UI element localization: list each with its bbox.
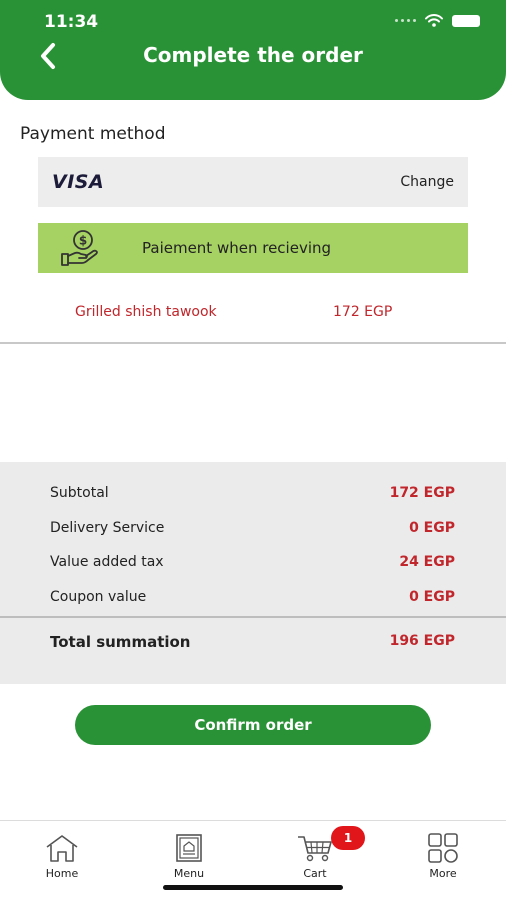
status-time: 11:34 <box>44 12 99 32</box>
page-title: Complete the order <box>143 43 363 67</box>
status-icons <box>395 14 480 27</box>
home-indicator <box>163 885 343 890</box>
summary-row-subtotal: Subtotal 172 EGP <box>50 485 455 501</box>
tab-label: Home <box>45 867 79 880</box>
order-summary: Subtotal 172 EGP Delivery Service 0 EGP … <box>0 462 506 684</box>
tab-label: Cart <box>303 867 327 880</box>
summary-label: Coupon value <box>50 589 147 605</box>
cart-badge: 1 <box>331 826 365 850</box>
summary-value: 172 EGP <box>389 485 455 501</box>
visa-logo: VISA <box>52 171 105 193</box>
summary-row-total: Total summation 196 EGP <box>50 633 455 651</box>
summary-label: Subtotal <box>50 485 109 501</box>
divider <box>0 342 506 344</box>
tab-home[interactable]: Home <box>27 833 97 880</box>
payment-method-title: Payment method <box>20 124 166 144</box>
summary-label: Value added tax <box>50 554 164 570</box>
tab-more[interactable]: More <box>408 833 478 880</box>
wifi-icon <box>425 14 443 27</box>
battery-icon <box>452 14 480 27</box>
order-item-price: 172 EGP <box>333 304 393 320</box>
confirm-order-button[interactable]: Confirm order <box>75 705 431 745</box>
tab-label: More <box>429 867 457 880</box>
summary-row-vat: Value added tax 24 EGP <box>50 554 455 570</box>
summary-value: 0 EGP <box>409 589 455 605</box>
summary-row-delivery: Delivery Service 0 EGP <box>50 520 455 536</box>
cash-on-delivery-option[interactable]: $ Paiement when recieving <box>38 223 468 273</box>
cash-hand-icon: $ <box>61 230 98 266</box>
summary-value: 0 EGP <box>409 520 455 536</box>
app-header: 11:34 Complete the order <box>0 0 506 100</box>
home-icon <box>46 835 78 862</box>
cash-option-label: Paiement when recieving <box>142 239 332 257</box>
total-label: Total summation <box>50 633 191 651</box>
summary-label: Delivery Service <box>50 520 165 536</box>
visa-card-option[interactable]: VISA Change <box>38 157 468 207</box>
tab-label: Menu <box>173 867 205 880</box>
menu-book-icon <box>176 834 202 862</box>
order-item-name: Grilled shish tawook <box>75 304 217 320</box>
summary-value: 24 EGP <box>399 554 455 570</box>
total-value: 196 EGP <box>389 633 455 649</box>
cart-icon <box>298 836 332 862</box>
change-payment-button[interactable]: Change <box>400 174 454 190</box>
svg-text:$: $ <box>79 234 87 248</box>
tab-menu[interactable]: Menu <box>154 833 224 880</box>
summary-divider <box>0 616 506 618</box>
summary-row-coupon: Coupon value 0 EGP <box>50 589 455 605</box>
grid-icon <box>428 833 458 863</box>
signal-dots-icon <box>395 19 416 22</box>
